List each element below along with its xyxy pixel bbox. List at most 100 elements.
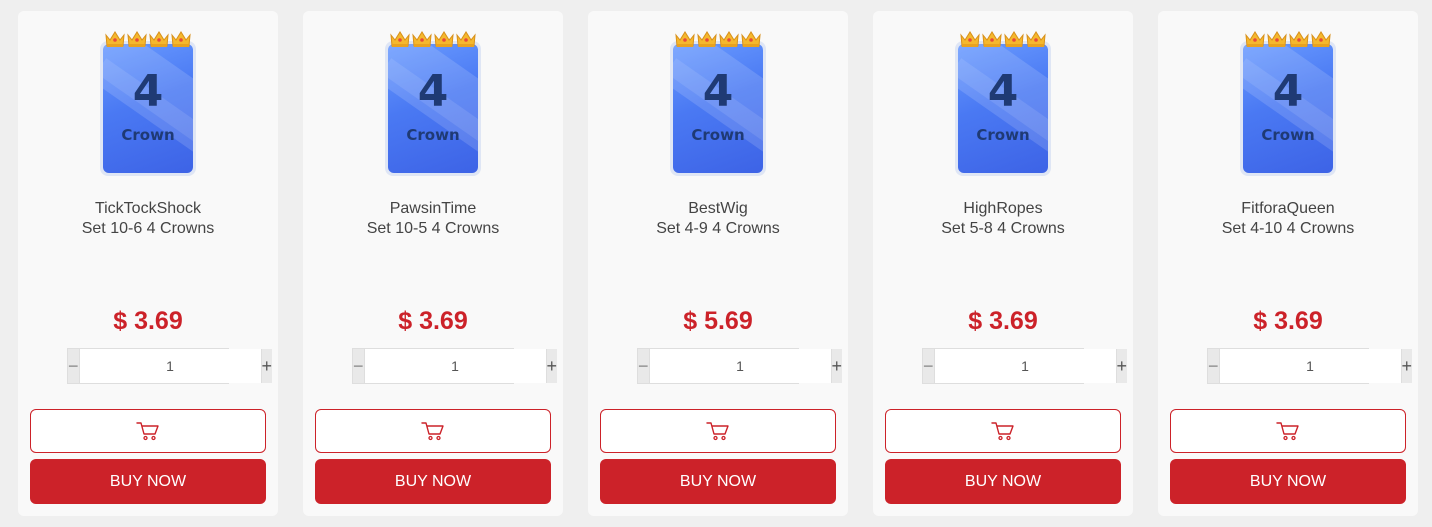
add-to-cart-button[interactable] bbox=[600, 409, 836, 453]
card-art-number: 4 bbox=[987, 66, 1019, 117]
crown-icon bbox=[719, 31, 739, 47]
crown-icon bbox=[434, 31, 454, 47]
increase-quantity-button[interactable]: + bbox=[546, 349, 558, 383]
card-art: 4 Crown bbox=[385, 41, 481, 176]
cart-icon bbox=[421, 422, 444, 441]
crown-icon bbox=[1267, 31, 1287, 47]
product-title[interactable]: TickTockShock Set 10-6 4 Crowns bbox=[28, 199, 268, 239]
product-name[interactable]: FitforaQueen bbox=[1168, 199, 1408, 219]
card-art-number: 4 bbox=[132, 66, 164, 117]
crown-icon bbox=[456, 31, 476, 47]
product-card: 4 Crown FitforaQueen Set 4-10 4 Crowns $… bbox=[1158, 11, 1418, 516]
crown-icon bbox=[675, 31, 695, 47]
decrease-quantity-button[interactable]: − bbox=[923, 349, 934, 383]
decrease-quantity-button[interactable]: − bbox=[1208, 349, 1219, 383]
crown-rating bbox=[1244, 29, 1332, 51]
crown-icon bbox=[960, 31, 980, 47]
product-name[interactable]: BestWig bbox=[598, 199, 838, 219]
buy-now-button[interactable]: BUY NOW bbox=[315, 459, 551, 504]
card-art-number: 4 bbox=[1272, 66, 1304, 117]
product-name[interactable]: TickTockShock bbox=[28, 199, 268, 219]
crown-rating bbox=[674, 29, 762, 51]
crown-icon bbox=[390, 31, 410, 47]
quantity-stepper: − + bbox=[922, 348, 1128, 384]
product-name[interactable]: PawsinTime bbox=[313, 199, 553, 219]
product-image[interactable]: 4 Crown bbox=[385, 31, 481, 176]
quantity-stepper: − + bbox=[352, 348, 558, 384]
product-card: 4 Crown BestWig Set 4-9 4 Crowns $ 5.69 … bbox=[588, 11, 848, 516]
product-price: $ 5.69 bbox=[683, 307, 753, 335]
crown-icon bbox=[171, 31, 191, 47]
card-art: 4 Crown bbox=[955, 41, 1051, 176]
quantity-input[interactable] bbox=[363, 349, 547, 383]
product-card: 4 Crown PawsinTime Set 10-5 4 Crowns $ 3… bbox=[303, 11, 563, 516]
crown-rating bbox=[959, 29, 1047, 51]
crown-icon bbox=[1311, 31, 1331, 47]
crown-icon bbox=[697, 31, 717, 47]
card-art: 4 Crown bbox=[1240, 41, 1336, 176]
product-subtitle[interactable]: Set 10-5 4 Crowns bbox=[313, 219, 553, 239]
quantity-stepper: − + bbox=[67, 348, 273, 384]
decrease-quantity-button[interactable]: − bbox=[353, 349, 364, 383]
increase-quantity-button[interactable]: + bbox=[1401, 349, 1413, 383]
increase-quantity-button[interactable]: + bbox=[261, 349, 273, 383]
increase-quantity-button[interactable]: + bbox=[831, 349, 843, 383]
product-subtitle[interactable]: Set 4-9 4 Crowns bbox=[598, 219, 838, 239]
quantity-input[interactable] bbox=[648, 349, 832, 383]
buy-now-button[interactable]: BUY NOW bbox=[885, 459, 1121, 504]
add-to-cart-button[interactable] bbox=[30, 409, 266, 453]
card-art-label: Crown bbox=[121, 126, 175, 144]
quantity-input[interactable] bbox=[78, 349, 262, 383]
card-art-label: Crown bbox=[406, 126, 460, 144]
product-subtitle[interactable]: Set 4-10 4 Crowns bbox=[1168, 219, 1408, 239]
card-art-number: 4 bbox=[702, 66, 734, 117]
crown-rating bbox=[104, 29, 192, 51]
cart-icon bbox=[136, 422, 159, 441]
card-art-number: 4 bbox=[417, 66, 449, 117]
buy-now-button[interactable]: BUY NOW bbox=[600, 459, 836, 504]
quantity-input[interactable] bbox=[933, 349, 1117, 383]
cart-icon bbox=[991, 422, 1014, 441]
product-name[interactable]: HighRopes bbox=[883, 199, 1123, 219]
product-price: $ 3.69 bbox=[968, 307, 1038, 335]
product-card: 4 Crown TickTockShock Set 10-6 4 Crowns … bbox=[18, 11, 278, 516]
product-price: $ 3.69 bbox=[398, 307, 468, 335]
product-title[interactable]: FitforaQueen Set 4-10 4 Crowns bbox=[1168, 199, 1408, 239]
add-to-cart-button[interactable] bbox=[885, 409, 1121, 453]
product-image[interactable]: 4 Crown bbox=[670, 31, 766, 176]
product-title[interactable]: HighRopes Set 5-8 4 Crowns bbox=[883, 199, 1123, 239]
product-image[interactable]: 4 Crown bbox=[955, 31, 1051, 176]
crown-icon bbox=[741, 31, 761, 47]
product-card: 4 Crown HighRopes Set 5-8 4 Crowns $ 3.6… bbox=[873, 11, 1133, 516]
product-subtitle[interactable]: Set 5-8 4 Crowns bbox=[883, 219, 1123, 239]
product-image[interactable]: 4 Crown bbox=[1240, 31, 1336, 176]
product-title[interactable]: PawsinTime Set 10-5 4 Crowns bbox=[313, 199, 553, 239]
crown-rating bbox=[389, 29, 477, 51]
card-art: 4 Crown bbox=[100, 41, 196, 176]
product-price: $ 3.69 bbox=[1253, 307, 1323, 335]
quantity-input[interactable] bbox=[1218, 349, 1402, 383]
crown-icon bbox=[1245, 31, 1265, 47]
decrease-quantity-button[interactable]: − bbox=[638, 349, 649, 383]
buy-now-button[interactable]: BUY NOW bbox=[30, 459, 266, 504]
increase-quantity-button[interactable]: + bbox=[1116, 349, 1128, 383]
buy-now-button[interactable]: BUY NOW bbox=[1170, 459, 1406, 504]
product-subtitle[interactable]: Set 10-6 4 Crowns bbox=[28, 219, 268, 239]
product-image[interactable]: 4 Crown bbox=[100, 31, 196, 176]
crown-icon bbox=[412, 31, 432, 47]
card-art-label: Crown bbox=[691, 126, 745, 144]
product-title[interactable]: BestWig Set 4-9 4 Crowns bbox=[598, 199, 838, 239]
product-grid: 4 Crown TickTockShock Set 10-6 4 Crowns … bbox=[0, 0, 1432, 527]
card-art-label: Crown bbox=[1261, 126, 1315, 144]
add-to-cart-button[interactable] bbox=[1170, 409, 1406, 453]
crown-icon bbox=[127, 31, 147, 47]
crown-icon bbox=[1004, 31, 1024, 47]
quantity-stepper: − + bbox=[1207, 348, 1413, 384]
decrease-quantity-button[interactable]: − bbox=[68, 349, 79, 383]
quantity-stepper: − + bbox=[637, 348, 843, 384]
cart-icon bbox=[706, 422, 729, 441]
crown-icon bbox=[982, 31, 1002, 47]
add-to-cart-button[interactable] bbox=[315, 409, 551, 453]
card-art-label: Crown bbox=[976, 126, 1030, 144]
product-price: $ 3.69 bbox=[113, 307, 183, 335]
